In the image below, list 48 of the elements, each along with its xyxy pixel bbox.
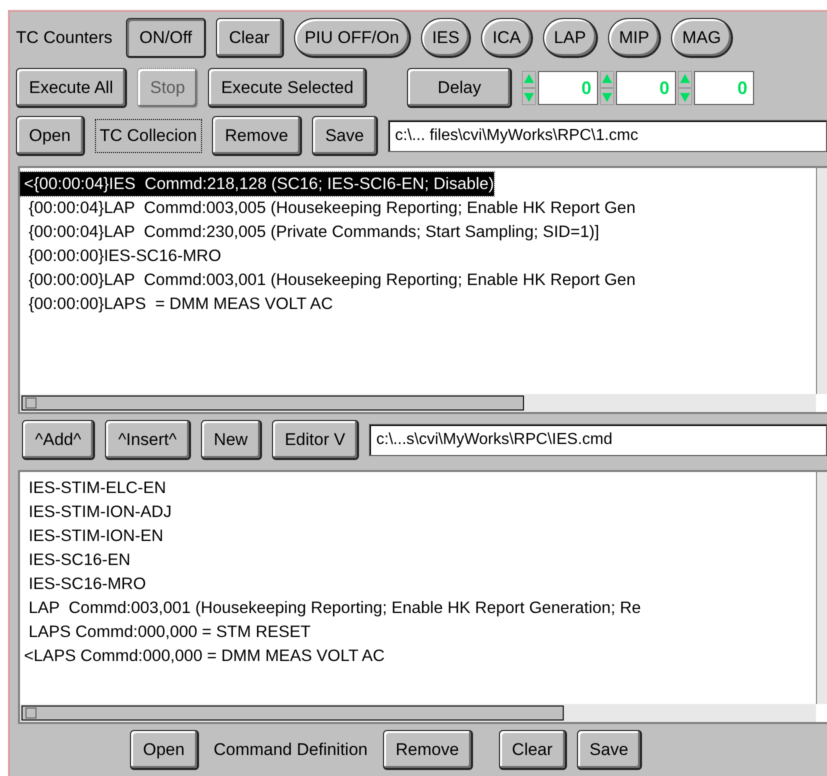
collection-item[interactable]: {00:00:04}LAP Commd:003,005 (Housekeeping Reporting; Enable HK Report Gen	[20, 196, 636, 220]
command-item[interactable]: IES-STIM-ELC-EN	[20, 476, 166, 500]
editor-button[interactable]: ^Insert^	[105, 420, 191, 460]
collection-list[interactable]	[18, 166, 827, 414]
definition-button[interactable]: Save	[576, 730, 642, 770]
module-button[interactable]: MIP	[608, 18, 662, 58]
vertical-scrollbar[interactable]	[816, 472, 827, 704]
definition-button[interactable]: Remove	[382, 730, 473, 770]
collection-path-field[interactable]: c:\... files\cvi\MyWorks\RPC\1.cmc	[388, 120, 827, 152]
definition-button[interactable]: Open	[130, 730, 199, 770]
module-button[interactable]: IES	[421, 18, 472, 58]
collection-button[interactable]: Open	[16, 116, 85, 156]
collection-button[interactable]: Remove	[212, 116, 302, 156]
editor-button[interactable]: ^Add^	[22, 420, 96, 460]
collection-item[interactable]: {00:00:04}LAP Commd:230,005 (Private Commands; Start Sampling; SID=1)]	[20, 220, 600, 244]
definition-label: Command Definition	[212, 739, 369, 761]
module-button[interactable]: MAG	[671, 18, 733, 58]
command-item[interactable]: IES-SC16-MRO	[20, 572, 146, 596]
spinner-arrows-icon[interactable]	[600, 71, 614, 105]
delay-button[interactable]: Delay	[407, 68, 512, 108]
collection-label: TC Collecion	[94, 119, 202, 153]
command-item[interactable]: IES-STIM-ION-ADJ	[20, 500, 172, 524]
module-button[interactable]: LAP	[542, 18, 598, 58]
command-item[interactable]: LAP Commd:003,001 (Housekeeping Reporting; Enable HK Report Generation; Re	[20, 596, 641, 620]
command-item[interactable]: IES-SC16-EN	[20, 548, 130, 572]
execute-button[interactable]: Execute Selected	[208, 68, 368, 108]
collection-item[interactable]: <{00:00:04}IES Commd:218,128 (SC16; IES-SCI6-EN; Disable)	[20, 172, 494, 196]
collection-item[interactable]: {00:00:00}LAP Commd:003,001 (Housekeeping Reporting; Enable HK Report Gen	[20, 268, 636, 292]
definition-button[interactable]: Clear	[498, 730, 567, 770]
command-path-field[interactable]: c:\...s\cvi\MyWorks\RPC\IES.cmd	[369, 424, 827, 456]
collection-button[interactable]: Save	[312, 116, 378, 156]
command-item[interactable]: LAPS Commd:000,000 = STM RESET	[20, 620, 311, 644]
collection-item[interactable]: {00:00:00}IES-SC16-MRO	[20, 244, 222, 268]
vertical-scrollbar[interactable]	[816, 168, 827, 394]
counters-label: TC Counters	[15, 28, 114, 48]
command-list[interactable]	[18, 470, 827, 724]
editor-button[interactable]: New	[200, 420, 262, 460]
toggle-button[interactable]: ON/Off	[126, 18, 206, 58]
spinner-arrows-icon[interactable]	[678, 71, 692, 105]
command-item[interactable]: IES-STIM-ION-EN	[20, 524, 164, 548]
command-item[interactable]: <LAPS Commd:000,000 = DMM MEAS VOLT AC	[20, 644, 385, 668]
execute-button[interactable]: Execute All	[16, 68, 128, 108]
module-button[interactable]: ICA	[481, 18, 533, 58]
collection-item[interactable]: {00:00:00}LAPS = DMM MEAS VOLT AC	[20, 292, 333, 316]
spinner-arrows-icon[interactable]	[522, 71, 536, 105]
editor-button[interactable]: Editor V	[272, 420, 360, 460]
clear-button[interactable]: Clear	[216, 18, 284, 58]
module-button[interactable]: PIU OFF/On	[294, 18, 412, 58]
